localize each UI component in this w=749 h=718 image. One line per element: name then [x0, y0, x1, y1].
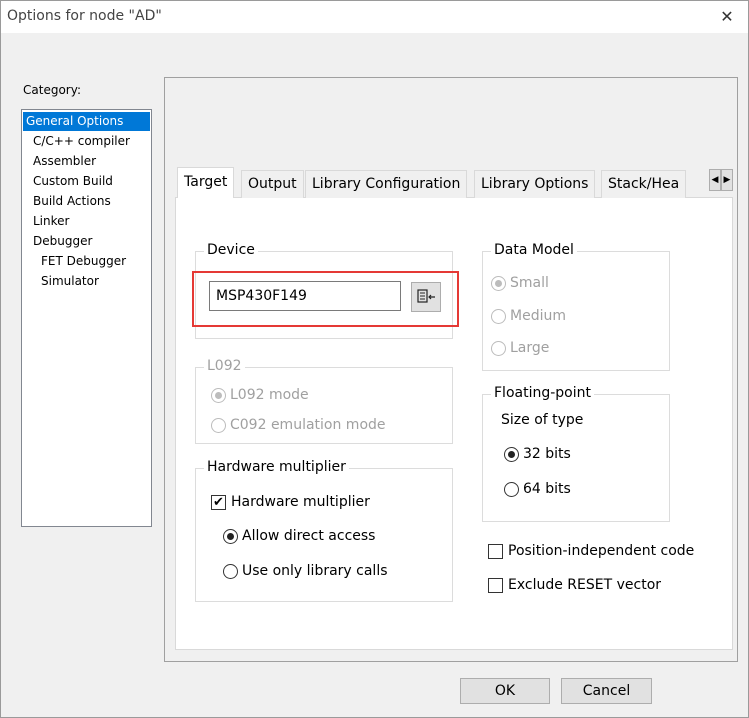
- tab-scroll-left-icon[interactable]: ◀: [709, 169, 721, 191]
- tab-output[interactable]: Output: [241, 170, 304, 198]
- radio-icon: [504, 446, 519, 462]
- device-group-title: Device: [204, 242, 258, 258]
- data-model-large-label: Large: [510, 340, 550, 356]
- l092-mode-label: L092 mode: [230, 387, 309, 403]
- category-item-linker[interactable]: Linker: [30, 212, 72, 231]
- category-label: Category:: [23, 83, 81, 97]
- radio-icon: [504, 481, 519, 497]
- allow-direct-access-radio[interactable]: Allow direct access: [223, 528, 375, 544]
- radio-icon: [211, 387, 226, 403]
- l092-mode-radio[interactable]: L092 mode: [211, 387, 309, 403]
- category-item-general-options[interactable]: General Options: [23, 112, 150, 131]
- allow-direct-access-label: Allow direct access: [242, 528, 376, 544]
- close-icon[interactable]: ✕: [716, 6, 738, 28]
- use-library-calls-label: Use only library calls: [242, 563, 388, 579]
- l092-group-title: L092: [204, 358, 245, 374]
- hardware-multiplier-group-title: Hardware multiplier: [204, 459, 349, 475]
- category-item-assembler[interactable]: Assembler: [30, 152, 99, 171]
- fp-32-bits-radio[interactable]: 32 bits: [504, 446, 571, 462]
- category-item-debugger[interactable]: Debugger: [30, 232, 95, 251]
- cancel-button[interactable]: Cancel: [561, 678, 652, 704]
- position-independent-label: Position-independent code: [508, 543, 695, 559]
- tab-scroll-right-icon[interactable]: ▶: [721, 169, 733, 191]
- data-model-medium-label: Medium: [510, 308, 566, 324]
- radio-icon: [491, 275, 506, 291]
- category-item-fet-debugger[interactable]: FET Debugger: [38, 252, 129, 271]
- checkbox-icon: [488, 577, 503, 593]
- radio-icon: [211, 417, 226, 433]
- title-bar: Options for node "AD" ✕: [1, 1, 748, 33]
- device-highlight-box: [192, 271, 459, 327]
- position-independent-checkbox[interactable]: Position-independent code: [488, 543, 694, 559]
- radio-icon: [223, 528, 238, 544]
- use-library-calls-radio[interactable]: Use only library calls: [223, 563, 388, 579]
- floating-point-group-title: Floating-point: [491, 385, 594, 401]
- tab-library-options[interactable]: Library Options: [474, 170, 596, 198]
- data-model-small-radio[interactable]: Small: [491, 275, 549, 291]
- tab-target[interactable]: Target: [177, 167, 235, 198]
- ok-button[interactable]: OK: [460, 678, 550, 704]
- c092-emulation-label: C092 emulation mode: [230, 417, 386, 433]
- tab-strip: Target Output Library Configuration Libr…: [175, 167, 733, 198]
- exclude-reset-label: Exclude RESET vector: [508, 577, 662, 593]
- radio-icon: [491, 340, 506, 356]
- data-model-small-label: Small: [510, 275, 549, 291]
- radio-icon: [491, 308, 506, 324]
- options-dialog: Options for node "AD" ✕ Category: Genera…: [0, 0, 749, 718]
- category-item-c-compiler[interactable]: C/C++ compiler: [30, 132, 133, 151]
- size-of-type-label: Size of type: [501, 412, 584, 428]
- hardware-multiplier-label: Hardware multiplier: [231, 494, 370, 510]
- data-model-group-title: Data Model: [491, 242, 577, 258]
- data-model-large-radio[interactable]: Large: [491, 340, 549, 356]
- category-item-simulator[interactable]: Simulator: [38, 272, 102, 291]
- tab-library-configuration[interactable]: Library Configuration: [305, 170, 468, 198]
- radio-icon: [223, 563, 238, 579]
- category-item-custom-build[interactable]: Custom Build: [30, 172, 116, 191]
- data-model-medium-radio[interactable]: Medium: [491, 308, 566, 324]
- fp-64-bits-label: 64 bits: [523, 481, 571, 497]
- checkbox-checked-icon: ✔: [211, 494, 226, 510]
- fp-64-bits-radio[interactable]: 64 bits: [504, 481, 571, 497]
- tab-scroll-arrows: ◀ ▶: [709, 169, 733, 191]
- window-title: Options for node "AD": [7, 8, 162, 24]
- checkbox-icon: [488, 543, 503, 559]
- c092-emulation-radio[interactable]: C092 emulation mode: [211, 417, 386, 433]
- hardware-multiplier-checkbox[interactable]: ✔ Hardware multiplier: [211, 494, 370, 510]
- exclude-reset-checkbox[interactable]: Exclude RESET vector: [488, 577, 661, 593]
- category-item-build-actions[interactable]: Build Actions: [30, 192, 114, 211]
- category-list[interactable]: General Options C/C++ compiler Assembler…: [21, 109, 152, 527]
- tab-stack-heap[interactable]: Stack/Hea: [601, 170, 687, 198]
- fp-32-bits-label: 32 bits: [523, 446, 571, 462]
